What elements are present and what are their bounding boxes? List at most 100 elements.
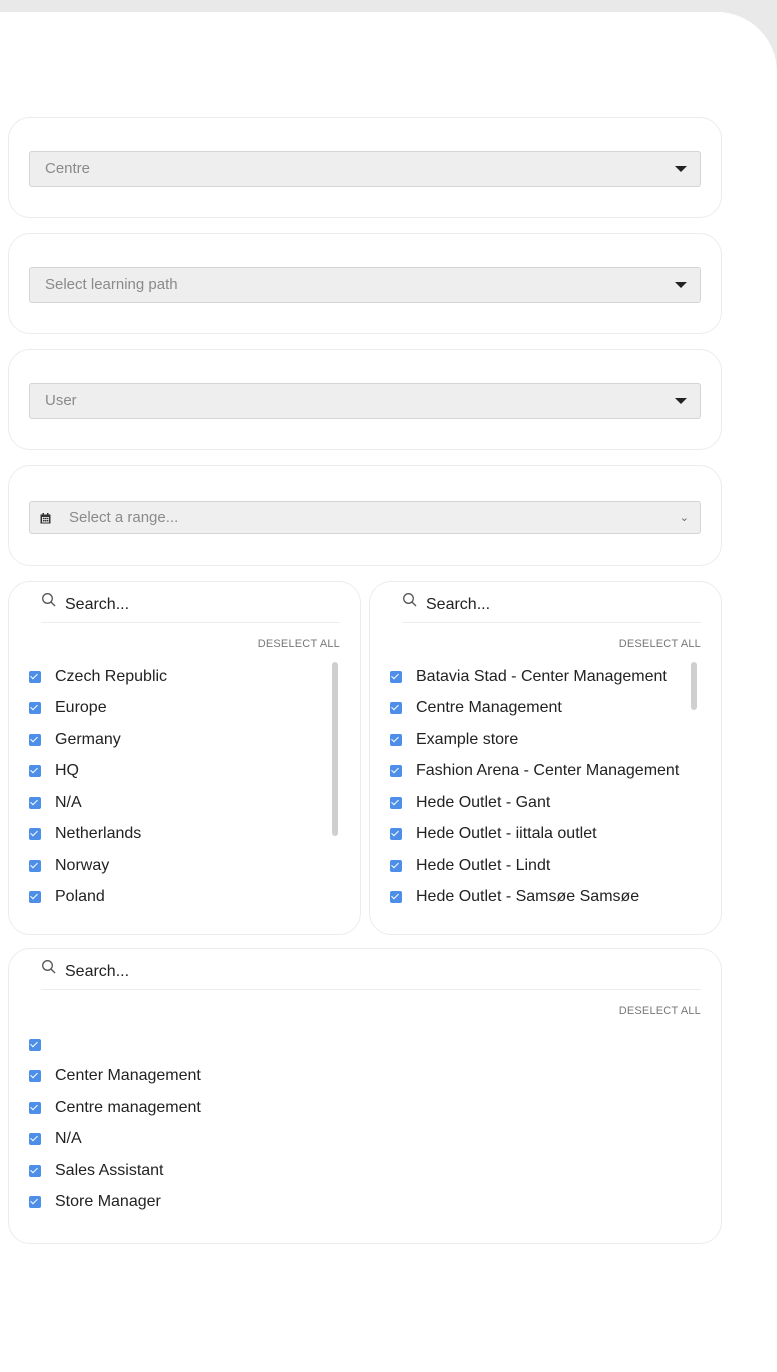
checkbox-checked[interactable] [390, 859, 402, 872]
list-item[interactable]: Center Management [29, 1061, 701, 1093]
list-item[interactable]: N/A [29, 787, 340, 819]
search-icon [403, 593, 417, 607]
list-item-label: Norway [55, 856, 110, 874]
centre-select-placeholder: Centre [45, 160, 91, 177]
checkbox-checked[interactable] [29, 796, 41, 809]
role-list: Center Management Centre management N/A Sal… [29, 1029, 701, 1218]
centre-filter-card: Centre [8, 117, 722, 218]
checkbox-checked[interactable] [390, 702, 402, 715]
date-range-filter-card: Select a range... ⌄ [8, 465, 722, 566]
country-search-input[interactable]: Search... [41, 590, 340, 623]
list-item[interactable]: Europe [29, 693, 340, 725]
checkbox-checked[interactable] [29, 1196, 41, 1209]
list-item-label: Europe [55, 699, 107, 717]
search-icon [42, 960, 56, 974]
list-item[interactable]: Poland [29, 882, 340, 914]
list-item-label: Netherlands [55, 825, 142, 843]
list-item[interactable]: Hede Outlet - Samsøe Samsøe [390, 882, 701, 914]
list-item-label: Example store [416, 730, 519, 748]
list-item[interactable]: Netherlands [29, 819, 340, 851]
list-item-label: HQ [55, 762, 79, 780]
store-list: Batavia Stad - Center Management Centre M… [390, 661, 701, 913]
list-item[interactable]: Centre management [29, 1092, 701, 1124]
caret-down-icon [675, 282, 687, 288]
list-item[interactable]: Czech Republic [29, 661, 340, 693]
checkbox-checked[interactable] [29, 670, 41, 683]
country-search-placeholder: Search... [65, 596, 130, 613]
list-item-label: Hede Outlet - Gant [416, 793, 551, 811]
store-deselect-all-button[interactable]: DESELECT ALL [619, 638, 701, 650]
checkbox-checked[interactable] [29, 859, 41, 872]
checkbox-checked[interactable] [29, 702, 41, 715]
list-item[interactable]: N/A [29, 1124, 701, 1156]
list-item[interactable]: Germany [29, 724, 340, 756]
list-item-label: Hede Outlet - Lindt [416, 856, 551, 874]
list-item[interactable]: Store Manager [29, 1187, 701, 1219]
checkbox-checked[interactable] [29, 891, 41, 904]
learning-path-placeholder: Select learning path [45, 276, 178, 293]
user-select-placeholder: User [45, 392, 77, 409]
list-item-label: Fashion Arena - Center Management [416, 762, 680, 780]
list-item[interactable]: Hede Outlet - Lindt [390, 850, 701, 882]
search-icon [42, 593, 56, 607]
checkbox-checked[interactable] [390, 733, 402, 746]
store-list-scrollbar[interactable] [691, 662, 697, 710]
checkbox-checked[interactable] [390, 796, 402, 809]
checkbox-checked[interactable] [390, 828, 402, 841]
country-list-scrollbar[interactable] [332, 662, 338, 836]
country-list: Czech Republic Europe Germany HQ N/A Netherla… [29, 661, 340, 913]
checkbox-checked[interactable] [29, 1164, 41, 1177]
checkbox-checked[interactable] [29, 1133, 41, 1146]
list-item-label: Center Management [55, 1067, 201, 1085]
checkbox-checked[interactable] [29, 733, 41, 746]
store-search-input[interactable]: Search... [402, 590, 701, 623]
learning-path-select[interactable]: Select learning path [29, 267, 701, 303]
checkbox-checked[interactable] [29, 1101, 41, 1114]
list-item-label: Hede Outlet - Samsøe Samsøe [416, 888, 640, 906]
list-item-label: Germany [55, 730, 121, 748]
checkbox-checked[interactable] [29, 1038, 41, 1051]
list-item-label: Hede Outlet - iittala outlet [416, 825, 597, 843]
role-deselect-all-button[interactable]: DESELECT ALL [619, 1005, 701, 1017]
list-item-label: Centre Management [416, 699, 562, 717]
user-filter-card: User [8, 349, 722, 450]
date-range-select[interactable]: Select a range... ⌄ [29, 501, 701, 534]
checkbox-checked[interactable] [29, 1070, 41, 1083]
user-select[interactable]: User [29, 383, 701, 419]
caret-down-icon [675, 166, 687, 172]
checkbox-checked[interactable] [390, 891, 402, 904]
date-range-placeholder: Select a range... [69, 509, 179, 526]
list-item-label: Store Manager [55, 1193, 161, 1211]
checkbox-checked[interactable] [29, 765, 41, 778]
learning-path-filter-card: Select learning path [8, 233, 722, 334]
centre-select[interactable]: Centre [29, 151, 701, 187]
list-item[interactable]: HQ [29, 756, 340, 788]
chevron-down-icon: ⌄ [679, 512, 689, 524]
list-item[interactable]: Example store [390, 724, 701, 756]
list-item-label: Centre management [55, 1098, 201, 1116]
list-item[interactable]: Hede Outlet - iittala outlet [390, 819, 701, 851]
store-search-placeholder: Search... [426, 596, 491, 613]
list-item-label: N/A [55, 1130, 82, 1148]
list-item[interactable]: Sales Assistant [29, 1155, 701, 1187]
checkbox-checked[interactable] [390, 765, 402, 778]
country-deselect-all-button[interactable]: DESELECT ALL [258, 638, 340, 650]
list-item[interactable]: Centre Management [390, 693, 701, 725]
checkbox-checked[interactable] [390, 670, 402, 683]
list-item-label: Batavia Stad - Center Management [416, 667, 667, 685]
role-search-placeholder: Search... [65, 963, 130, 980]
role-search-input[interactable]: Search... [41, 957, 701, 990]
list-item[interactable]: Hede Outlet - Gant [390, 787, 701, 819]
list-item[interactable] [29, 1029, 701, 1061]
list-item-label: Sales Assistant [55, 1161, 164, 1179]
calendar-icon [40, 513, 51, 524]
list-item-label: Czech Republic [55, 667, 168, 685]
list-item[interactable]: Fashion Arena - Center Management [390, 756, 701, 788]
checkbox-checked[interactable] [29, 828, 41, 841]
country-filter-card: Search... DESELECT ALL Czech Republic Eur… [8, 581, 361, 935]
store-filter-card: Search... DESELECT ALL Batavia Stad - Ce… [369, 581, 722, 935]
list-item[interactable]: Batavia Stad - Center Management [390, 661, 701, 693]
caret-down-icon [675, 398, 687, 404]
list-item[interactable]: Norway [29, 850, 340, 882]
role-filter-card: Search... DESELECT ALL Center Management… [8, 948, 722, 1244]
